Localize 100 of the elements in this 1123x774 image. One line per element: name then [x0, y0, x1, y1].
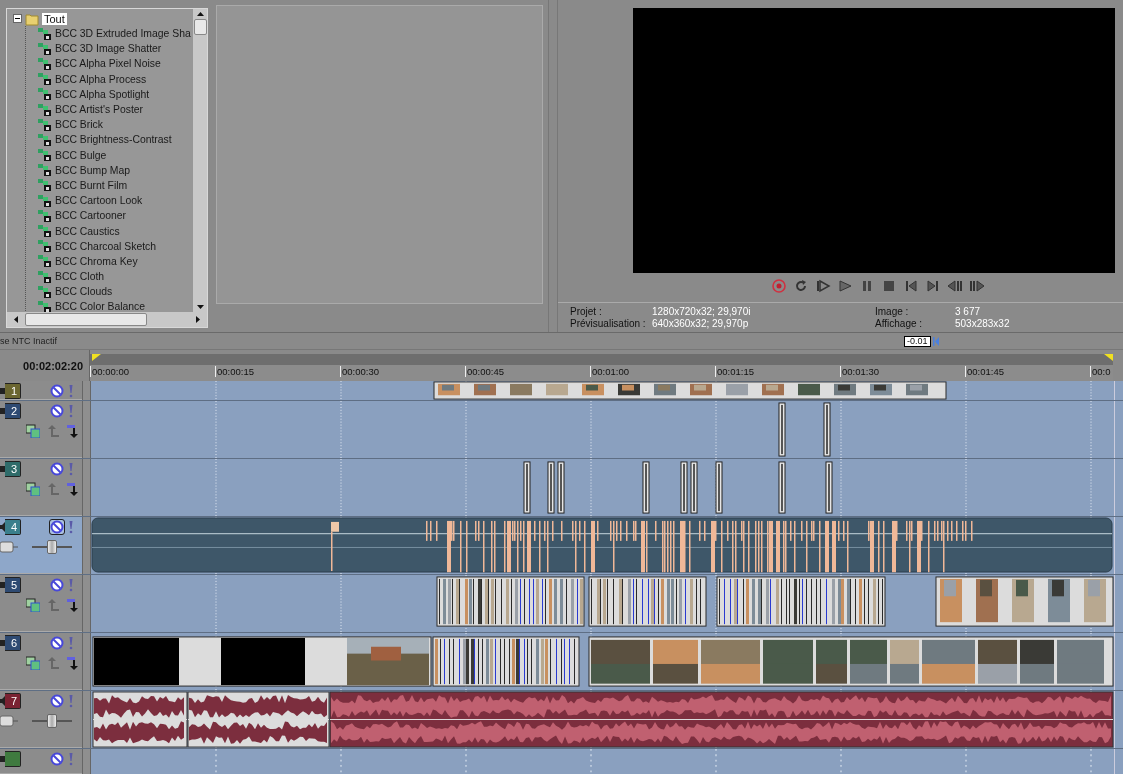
volume-slider[interactable] [32, 714, 72, 728]
audio-clip[interactable] [329, 691, 1114, 748]
track-header[interactable]: 4 [0, 517, 83, 574]
track-number: 6 [5, 634, 21, 651]
previous-icon[interactable] [903, 278, 919, 295]
header-splitter[interactable] [82, 749, 92, 774]
header-splitter[interactable] [82, 381, 92, 400]
video-clip[interactable] [557, 461, 565, 514]
track-header[interactable]: 2 [0, 401, 83, 458]
down-arrow-icon[interactable] [66, 656, 80, 670]
scroll-down-icon[interactable] [196, 302, 204, 312]
play-icon[interactable] [837, 278, 853, 295]
video-clip[interactable] [436, 576, 585, 627]
pan-slider[interactable] [0, 715, 18, 727]
plugin-icon [38, 270, 52, 283]
next-icon[interactable] [925, 278, 941, 295]
info-value: 1280x720x32; 29,970i [652, 306, 752, 317]
tree-item[interactable]: BCC 3D Extruded Image Sha [38, 26, 193, 42]
video-clip[interactable] [432, 636, 580, 687]
video-clip[interactable] [716, 576, 886, 627]
down-arrow-icon[interactable] [66, 598, 80, 612]
video-clip[interactable] [680, 461, 688, 514]
mute-icon[interactable] [50, 577, 65, 592]
vertical-scrollbar[interactable] [193, 9, 207, 312]
track-number: 7 [5, 692, 21, 709]
mute-icon[interactable] [50, 635, 65, 650]
tree-item[interactable]: BCC Cartoon Look [38, 193, 193, 209]
tree-item[interactable]: BCC Chroma Key [38, 253, 193, 269]
mute-icon[interactable] [50, 693, 65, 708]
tree-item[interactable]: BCC Burnt Film [38, 177, 193, 194]
scroll-right-icon[interactable] [195, 316, 201, 323]
tree-item[interactable]: BCC Clouds [38, 284, 193, 300]
tree-item[interactable]: BCC Caustics [38, 223, 193, 239]
next-frame-icon[interactable] [969, 278, 985, 295]
volume-slider[interactable] [32, 540, 72, 554]
status-text: se NTC Inactif [0, 336, 58, 346]
loop-start-icon[interactable] [92, 354, 101, 361]
track-header[interactable]: 3 [0, 459, 83, 516]
compositing-icon[interactable] [26, 482, 40, 496]
tree-item[interactable]: BCC Artist's Poster [38, 101, 193, 118]
pan-slider[interactable] [0, 541, 18, 553]
track-header[interactable]: 5 [0, 575, 83, 632]
play-from-start-icon[interactable] [815, 278, 831, 295]
mute-icon[interactable] [50, 461, 65, 476]
track-header[interactable]: 1 [0, 381, 83, 400]
scroll-thumb[interactable] [193, 19, 207, 35]
video-clip[interactable] [92, 636, 432, 687]
mute-icon[interactable] [50, 519, 65, 534]
video-clip[interactable] [778, 461, 786, 514]
video-clip[interactable] [690, 461, 698, 514]
track-header[interactable]: 7 [0, 691, 83, 748]
tree-item[interactable]: BCC Alpha Spotlight [38, 86, 193, 102]
audio-clip[interactable] [187, 691, 330, 748]
scroll-thumb[interactable] [25, 313, 147, 326]
audio-clip[interactable] [92, 691, 188, 748]
collapse-icon[interactable] [13, 14, 22, 23]
loop-end-icon[interactable] [1104, 354, 1113, 361]
video-clip[interactable] [642, 461, 650, 514]
video-clip[interactable] [433, 381, 947, 400]
down-arrow-icon[interactable] [66, 482, 80, 496]
ruler-label: 00:00:15 [215, 366, 254, 377]
video-clip[interactable] [715, 461, 723, 514]
tree-item[interactable]: BCC Bump Map [38, 162, 193, 178]
video-clip[interactable] [778, 402, 786, 457]
tree-item[interactable]: BCC Color Balance [38, 299, 193, 312]
down-arrow-icon[interactable] [66, 424, 80, 438]
marker-bar[interactable] [90, 354, 1113, 365]
mute-icon[interactable] [50, 751, 65, 766]
mute-icon[interactable] [50, 383, 65, 398]
video-clip[interactable] [935, 576, 1114, 627]
tree-item[interactable]: BCC Cartooner [38, 208, 193, 224]
video-clip[interactable] [588, 576, 707, 627]
tree-item[interactable]: BCC Charcoal Sketch [38, 238, 193, 254]
compositing-icon[interactable] [26, 598, 40, 612]
header-splitter[interactable] [82, 691, 92, 748]
tree-item[interactable]: BCC Brick [38, 117, 193, 133]
ruler-label: 00:01:00 [590, 366, 629, 377]
mute-icon[interactable] [50, 403, 65, 418]
video-clip[interactable] [588, 636, 1114, 687]
compositing-icon[interactable] [26, 424, 40, 438]
tree-item[interactable]: BCC 3D Image Shatter [38, 41, 193, 57]
video-clip[interactable] [547, 461, 555, 514]
horizontal-scrollbar[interactable] [7, 312, 207, 327]
tree-item[interactable]: BCC Alpha Pixel Noise [38, 56, 193, 72]
tree-item[interactable]: BCC Alpha Process [38, 71, 193, 87]
scroll-left-icon[interactable] [13, 316, 19, 323]
compositing-icon[interactable] [26, 656, 40, 670]
video-clip[interactable] [823, 402, 831, 457]
tree-item[interactable]: BCC Cloth [38, 269, 193, 285]
tree-item[interactable]: BCC Brightness-Contrast [38, 132, 193, 148]
ruler-label: 00:00:45 [465, 366, 504, 377]
video-clip[interactable] [523, 461, 531, 514]
track-header[interactable]: 6 [0, 633, 83, 690]
plugin-icon [38, 133, 52, 146]
previous-frame-icon[interactable] [947, 278, 963, 295]
tree-item[interactable]: Tout [42, 12, 67, 25]
scroll-up-icon[interactable] [196, 9, 204, 19]
video-clip[interactable] [825, 461, 833, 514]
film-icon [0, 753, 5, 764]
tree-item[interactable]: BCC Bulge [38, 147, 193, 163]
